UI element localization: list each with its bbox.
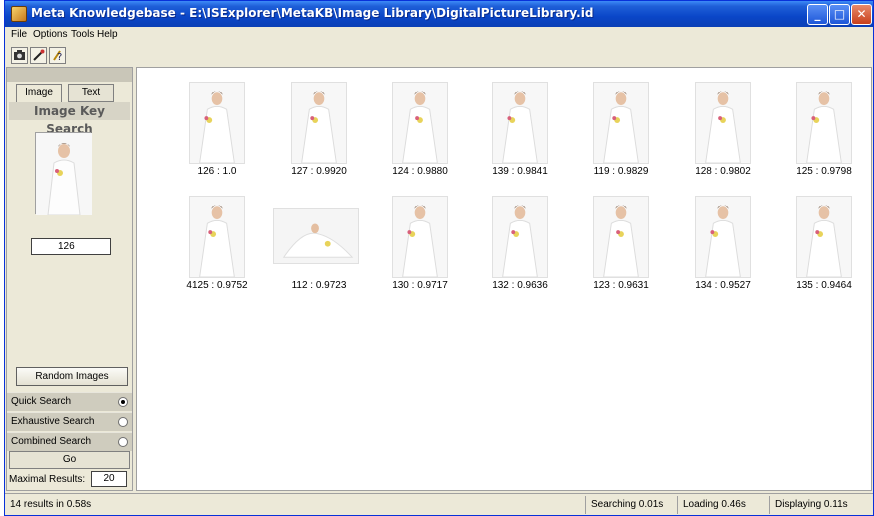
result-item[interactable]: 128 : 0.9802 <box>677 82 767 192</box>
app-icon <box>11 6 27 22</box>
result-thumbnail[interactable] <box>392 196 448 278</box>
max-results-input[interactable]: 20 <box>91 471 127 487</box>
combined-search-label: Combined Search <box>11 436 92 447</box>
status-displaying: Displaying 0.11s <box>769 496 873 514</box>
result-thumbnail[interactable] <box>273 208 359 264</box>
result-item[interactable]: 119 : 0.9829 <box>575 82 665 192</box>
result-caption: 112 : 0.9723 <box>291 280 347 291</box>
result-item[interactable]: 130 : 0.9717 <box>374 196 464 306</box>
result-caption: 119 : 0.9829 <box>593 166 649 177</box>
combined-search-radio[interactable] <box>118 437 128 447</box>
status-searching: Searching 0.01s <box>585 496 677 514</box>
quick-search-radio[interactable] <box>118 397 128 407</box>
result-caption: 132 : 0.9636 <box>492 280 548 291</box>
minimize-button[interactable]: _ <box>807 4 828 25</box>
status-results: 14 results in 0.58s <box>10 499 92 510</box>
panel-header-strip <box>7 68 132 82</box>
result-item[interactable]: 134 : 0.9527 <box>677 196 767 306</box>
status-bar: 14 results in 0.58s Searching 0.01s Load… <box>5 493 873 515</box>
result-item[interactable]: 135 : 0.9464 <box>778 196 868 306</box>
quick-search-option[interactable]: Quick Search <box>7 392 132 411</box>
exhaustive-search-option[interactable]: Exhaustive Search <box>7 412 132 431</box>
menu-bar: File Options Tools Help <box>5 27 873 44</box>
menu-tools[interactable]: Tools <box>71 29 94 40</box>
result-caption: 125 : 0.9798 <box>796 166 852 177</box>
result-item[interactable]: 139 : 0.9841 <box>474 82 564 192</box>
result-caption: 134 : 0.9527 <box>695 280 751 291</box>
result-item[interactable]: 123 : 0.9631 <box>575 196 665 306</box>
result-caption: 139 : 0.9841 <box>492 166 548 177</box>
result-item[interactable]: 132 : 0.9636 <box>474 196 564 306</box>
result-item[interactable]: 112 : 0.9723 <box>273 196 363 306</box>
app-window: Meta Knowledgebase - E:\ISExplorer\MetaK… <box>4 0 874 516</box>
help-icon[interactable]: ? <box>49 47 66 64</box>
result-thumbnail[interactable] <box>593 82 649 164</box>
result-item[interactable]: 124 : 0.9880 <box>374 82 464 192</box>
result-item[interactable]: 126 : 1.0 <box>171 82 261 192</box>
key-image[interactable] <box>35 132 92 216</box>
tools-icon[interactable] <box>30 47 47 64</box>
result-caption: 130 : 0.9717 <box>392 280 448 291</box>
title-bar[interactable]: Meta Knowledgebase - E:\ISExplorer\MetaK… <box>5 1 873 27</box>
toolbar: ? <box>5 45 873 67</box>
image-key-input[interactable]: 126 <box>31 238 111 255</box>
exhaustive-search-radio[interactable] <box>118 417 128 427</box>
result-thumbnail[interactable] <box>492 196 548 278</box>
result-thumbnail[interactable] <box>189 196 245 278</box>
result-thumbnail[interactable] <box>695 196 751 278</box>
exhaustive-search-label: Exhaustive Search <box>11 416 95 427</box>
random-images-button[interactable]: Random Images <box>16 367 128 386</box>
result-thumbnail[interactable] <box>796 82 852 164</box>
menu-file[interactable]: File <box>11 29 27 40</box>
result-thumbnail[interactable] <box>392 82 448 164</box>
result-thumbnail[interactable] <box>593 196 649 278</box>
results-grid: 126 : 1.0 127 : 0.9920 124 : 0.9880 139 : 0… <box>136 67 872 491</box>
result-item[interactable]: 125 : 0.9798 <box>778 82 868 192</box>
result-item[interactable]: 127 : 0.9920 <box>273 82 363 192</box>
search-panel: Image Text Image Key Search 126 Random I… <box>6 67 133 491</box>
search-heading: Image Key Search <box>9 102 130 136</box>
result-thumbnail[interactable] <box>189 82 245 164</box>
svg-text:?: ? <box>57 52 62 63</box>
close-button[interactable]: ✕ <box>851 4 872 25</box>
combined-search-option[interactable]: Combined Search <box>7 432 132 451</box>
result-item[interactable]: 4125 : 0.9752 <box>171 196 261 306</box>
menu-help[interactable]: Help <box>97 29 118 40</box>
menu-options[interactable]: Options <box>33 29 67 40</box>
result-thumbnail[interactable] <box>291 82 347 164</box>
go-button[interactable]: Go <box>9 451 130 469</box>
result-thumbnail[interactable] <box>695 82 751 164</box>
result-caption: 128 : 0.9802 <box>695 166 751 177</box>
tab-image[interactable]: Image <box>16 84 62 102</box>
window-title: Meta Knowledgebase - E:\ISExplorer\MetaK… <box>31 6 594 20</box>
result-caption: 4125 : 0.9752 <box>186 280 248 291</box>
result-caption: 126 : 1.0 <box>197 166 237 177</box>
maximize-button[interactable]: □ <box>829 4 850 25</box>
quick-search-label: Quick Search <box>11 396 72 407</box>
status-loading: Loading 0.46s <box>677 496 769 514</box>
result-caption: 123 : 0.9631 <box>593 280 649 291</box>
result-thumbnail[interactable] <box>492 82 548 164</box>
tab-text[interactable]: Text <box>68 84 114 102</box>
result-caption: 135 : 0.9464 <box>796 280 852 291</box>
max-results-label: Maximal Results: <box>9 474 86 485</box>
result-thumbnail[interactable] <box>796 196 852 278</box>
result-caption: 127 : 0.9920 <box>291 166 347 177</box>
camera-icon[interactable] <box>11 47 28 64</box>
result-caption: 124 : 0.9880 <box>392 166 448 177</box>
